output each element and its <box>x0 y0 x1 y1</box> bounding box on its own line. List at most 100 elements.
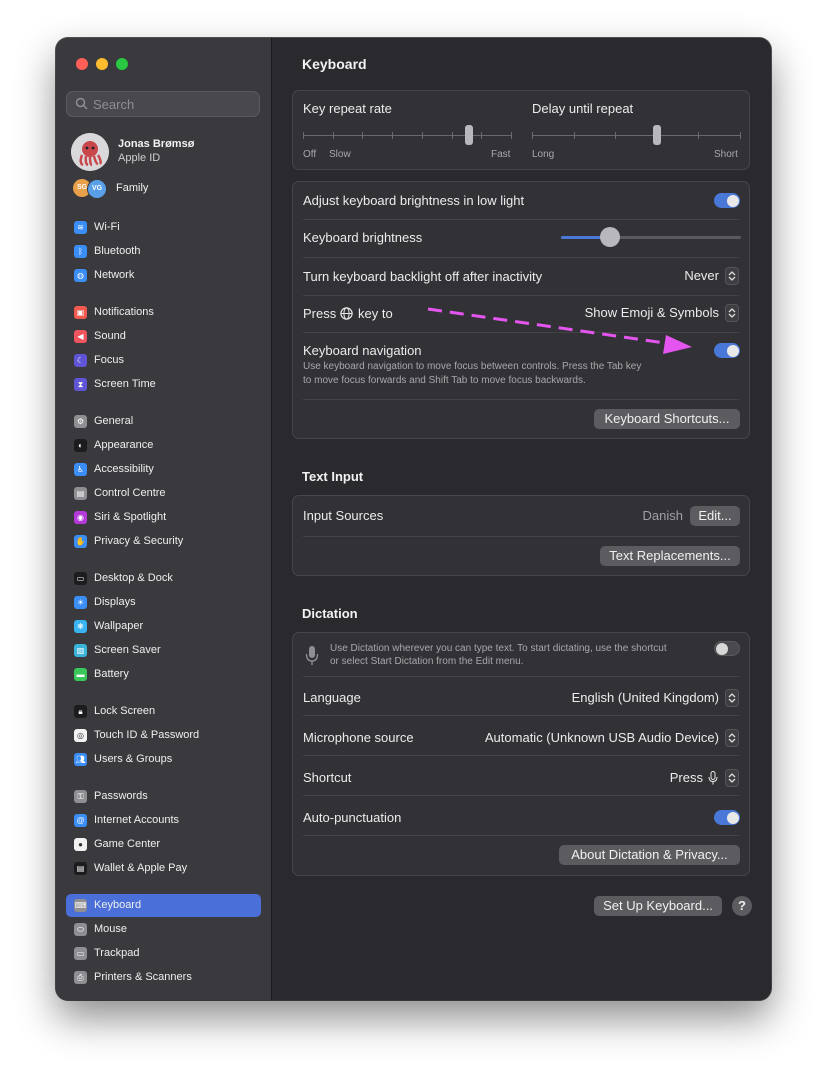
sidebar-item-label: Screen Time <box>94 378 156 390</box>
set-up-keyboard-button[interactable]: Set Up Keyboard... <box>594 896 722 916</box>
shortcut-label: Shortcut <box>303 770 352 785</box>
sidebar-item-accessibility[interactable]: ♿ Accessibility <box>66 458 261 481</box>
sidebar-item-sound[interactable]: ◀ Sound <box>66 325 261 348</box>
sidebar-item-internet-accounts[interactable]: @ Internet Accounts <box>66 809 261 832</box>
gear-icon: ⚙ <box>74 415 87 428</box>
trackpad-icon-glyph: ▭ <box>76 949 85 958</box>
sidebar-item-notifications[interactable]: ▣ Notifications <box>66 301 261 324</box>
sun-icon-glyph: ☀ <box>76 598 85 607</box>
game-center-icon-glyph: ● <box>78 840 83 849</box>
help-button[interactable]: ? <box>732 896 752 916</box>
chevron-updown-icon <box>725 729 739 747</box>
settings-window: Search Jonas Brømsø Apple ID SG VG Famil… <box>56 38 771 1000</box>
sidebar-item-privacy-security[interactable]: ✋ Privacy & Security <box>66 530 261 553</box>
sidebar-item-label: Displays <box>94 596 136 608</box>
moon-icon-glyph: ☾ <box>76 356 85 365</box>
slider-tick <box>392 132 394 139</box>
keyboard-navigation-desc: Use keyboard navigation to move focus be… <box>303 361 642 372</box>
shortcut-popup[interactable]: Press <box>639 768 739 788</box>
hand-icon: ✋ <box>74 535 87 548</box>
sidebar-item-bluetooth[interactable]: ᛒ Bluetooth <box>66 240 261 263</box>
language-label: Language <box>303 690 361 705</box>
sidebar-item-siri-spotlight[interactable]: ◉ Siri & Spotlight <box>66 506 261 529</box>
keyboard-shortcuts-button[interactable]: Keyboard Shortcuts... <box>594 409 740 429</box>
moon-icon: ☾ <box>74 354 87 367</box>
dictation-toggle[interactable] <box>714 641 740 656</box>
shortcut-value: Press <box>669 770 703 785</box>
at-icon-glyph: @ <box>76 816 85 825</box>
slider-tick <box>451 132 453 139</box>
sidebar-item-screen-time[interactable]: ⧗ Screen Time <box>66 373 261 396</box>
users-icon-glyph: 👥︎ <box>75 755 86 764</box>
close-window-button[interactable] <box>76 58 88 70</box>
sidebar-item-label: Notifications <box>94 306 154 318</box>
keyboard-icon-glyph: ⌨ <box>74 901 87 910</box>
sidebar-item-trackpad[interactable]: ▭ Trackpad <box>66 942 261 965</box>
sidebar-item-general[interactable]: ⚙ General <box>66 410 261 433</box>
sidebar-item-label: Wallpaper <box>94 620 144 632</box>
about-dictation-button[interactable]: About Dictation & Privacy... <box>559 845 740 865</box>
sidebar-item-game-center[interactable]: ● Game Center <box>66 833 261 856</box>
minimize-window-button[interactable] <box>96 58 108 70</box>
globe-key-icon <box>340 307 353 320</box>
chevron-updown-icon <box>725 769 739 787</box>
hand-icon-glyph: ✋ <box>75 537 86 546</box>
divider <box>303 755 739 756</box>
chevron-updown-icon <box>725 689 739 707</box>
auto-punctuation-toggle[interactable] <box>714 810 740 825</box>
sidebar-item-printers-scanners[interactable]: ⎙ Printers & Scanners <box>66 966 261 989</box>
sidebar-item-label: Wallet & Apple Pay <box>94 862 188 874</box>
bell-icon-glyph: ▣ <box>76 308 85 317</box>
input-sources-value: Danish <box>642 508 683 523</box>
keyboard-navigation-toggle[interactable] <box>714 343 740 358</box>
text-replacements-button[interactable]: Text Replacements... <box>600 546 740 566</box>
sidebar-item-network[interactable]: ◍ Network <box>66 264 261 287</box>
sidebar-item-mouse[interactable]: ⬭ Mouse <box>66 918 261 941</box>
sidebar-item-focus[interactable]: ☾ Focus <box>66 349 261 372</box>
appearance-icon-glyph: ◐ <box>78 441 83 450</box>
main-content: Keyboard Key repeat rate Off Slow Fast D… <box>272 38 771 1000</box>
key-repeat-slider[interactable] <box>303 125 512 147</box>
sidebar-item-appearance[interactable]: ◐ Appearance <box>66 434 261 457</box>
divider <box>303 219 739 220</box>
sidebar-item-desktop-dock[interactable]: ▭ Desktop & Dock <box>66 567 261 590</box>
sidebar-item-label: Lock Screen <box>94 705 156 717</box>
sidebar-item-wallpaper[interactable]: ❋ Wallpaper <box>66 615 261 638</box>
delay-repeat-slider[interactable] <box>532 125 741 147</box>
slider-tick <box>740 132 741 139</box>
key-repeat-thumb[interactable] <box>465 125 474 145</box>
sidebar-item-label: Touch ID & Password <box>94 729 200 741</box>
zoom-window-button[interactable] <box>116 58 128 70</box>
speaker-icon: ◀ <box>74 330 87 343</box>
profile-name: Jonas Brømsø <box>118 138 195 150</box>
lock-icon-glyph: 🔒︎ <box>78 707 83 716</box>
keyboard-brightness-slider[interactable] <box>561 227 741 247</box>
sidebar-item-passwords[interactable]: ⚿ Passwords <box>66 785 261 808</box>
language-popup[interactable]: English (United Kingdom) <box>539 688 739 708</box>
keyboard-navigation-desc: to move focus forwards and Shift Tab to … <box>303 375 586 386</box>
microphone-source-popup[interactable]: Automatic (Unknown USB Audio Device) <box>459 728 739 748</box>
sidebar-item-battery[interactable]: ▬ Battery <box>66 663 261 686</box>
sidebar-item-users-groups[interactable]: 👥︎ Users & Groups <box>66 748 261 771</box>
edit-input-sources-button[interactable]: Edit... <box>690 506 740 526</box>
sidebar-item-keyboard[interactable]: ⌨ Keyboard <box>66 894 261 917</box>
delay-repeat-label: Delay until repeat <box>532 101 634 116</box>
sidebar-item-touch-id-password[interactable]: ◎ Touch ID & Password <box>66 724 261 747</box>
backlight-off-popup[interactable]: Never <box>619 266 739 286</box>
slider-tick <box>615 132 617 139</box>
sidebar-item-lock-screen[interactable]: 🔒︎ Lock Screen <box>66 700 261 723</box>
keyboard-brightness-thumb[interactable] <box>599 227 620 247</box>
slider-tick <box>573 132 575 139</box>
avatar <box>71 133 109 171</box>
adjust-brightness-toggle[interactable] <box>714 193 740 208</box>
backlight-off-value: Never <box>684 268 719 283</box>
sidebar-item-displays[interactable]: ☀ Displays <box>66 591 261 614</box>
delay-repeat-thumb[interactable] <box>652 125 661 145</box>
slider-tick <box>532 132 533 139</box>
sidebar-item-screen-saver[interactable]: ▨ Screen Saver <box>66 639 261 662</box>
sidebar-item-wallet-apple-pay[interactable]: ▤ Wallet & Apple Pay <box>66 857 261 880</box>
search-input[interactable]: Search <box>66 91 260 117</box>
sidebar-item-control-centre[interactable]: ▤ Control Centre <box>66 482 261 505</box>
sidebar-item-label: Focus <box>94 354 124 366</box>
sidebar-item-wi-fi[interactable]: ≋ Wi-Fi <box>66 216 261 239</box>
